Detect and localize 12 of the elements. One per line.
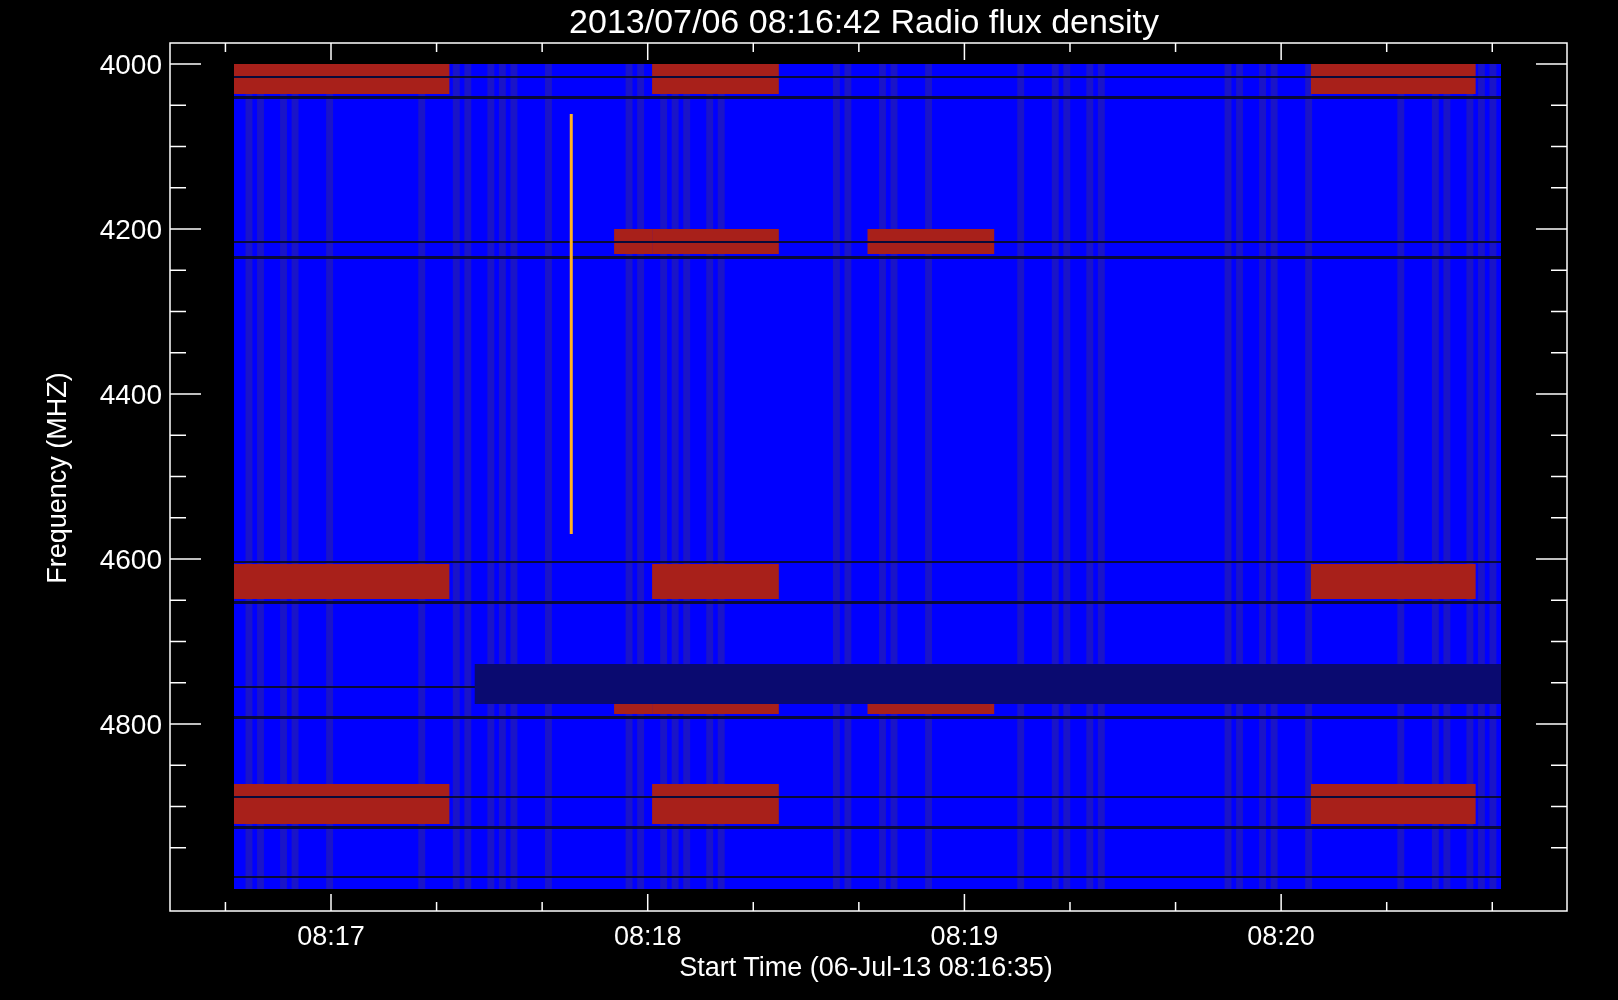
y-axis-label: Frequency (MHZ)	[42, 372, 72, 584]
x-tick-label: 08:19	[930, 921, 999, 951]
y-tick-label: 4200	[99, 214, 162, 245]
x-tick-label: 08:17	[297, 921, 365, 951]
y-tick-label: 4000	[99, 49, 162, 80]
y-tick-label: 4600	[99, 544, 162, 575]
y-tick-label: 4800	[99, 709, 162, 740]
x-axis-label: Start Time (06-Jul-13 08:16:35)	[679, 952, 1053, 982]
plot-title: 2013/07/06 08:16:42 Radio flux density	[569, 2, 1159, 40]
y-tick-label: 4400	[99, 379, 162, 410]
x-tick-label: 08:18	[613, 921, 682, 951]
x-tick-label: 08:20	[1247, 921, 1315, 951]
